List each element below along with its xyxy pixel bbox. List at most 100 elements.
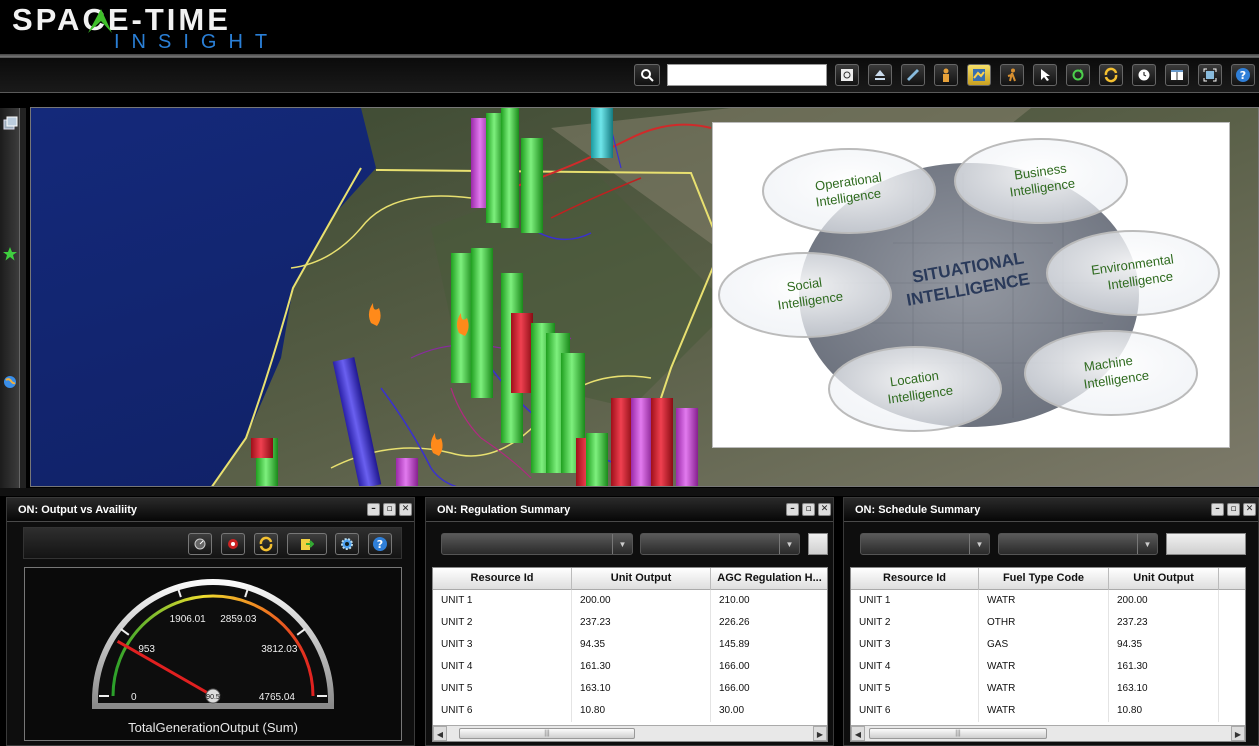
scroll-thumb[interactable]: ||| — [459, 728, 635, 739]
scroll-thumb[interactable]: ||| — [869, 728, 1047, 739]
schedule-filter-2[interactable]: ▼ — [998, 533, 1158, 555]
schedule-filter-1[interactable]: ▼ — [860, 533, 990, 555]
eject-button[interactable] — [868, 64, 892, 86]
table-cell: UNIT 3 — [433, 634, 572, 656]
eject-icon — [875, 70, 885, 80]
bubble-location: Location Intelligence — [828, 346, 1002, 432]
table-cell: 10.80 — [572, 700, 711, 722]
schedule-hscrollbar[interactable]: ◀ ||| ▶ — [851, 725, 1245, 741]
table-cell: 200.00 — [1109, 590, 1219, 612]
table-cell: 163.10 — [572, 678, 711, 700]
column-header[interactable]: Unit Output — [572, 568, 711, 590]
panel-sync-button[interactable] — [254, 533, 278, 555]
table-cell: GAS — [979, 634, 1109, 656]
regulation-hscrollbar[interactable]: ◀ ||| ▶ — [433, 725, 827, 741]
table-row[interactable]: UNIT 1 WATR 200.00 — [851, 590, 1219, 612]
gauge-alert-button[interactable] — [221, 533, 245, 555]
table-cell: UNIT 2 — [851, 612, 979, 634]
clock-button[interactable] — [1132, 64, 1156, 86]
app-window: SPACE-TIME INSIGHT ? SITUATIONAL INTELLI… — [0, 0, 1259, 746]
table-cell: 10.80 — [1109, 700, 1219, 722]
minimize-button[interactable]: – — [786, 503, 799, 516]
alert-gauge-icon — [228, 539, 238, 549]
walk-button[interactable] — [1000, 64, 1024, 86]
column-header[interactable]: AGC Regulation H... — [711, 568, 827, 590]
measure-button[interactable] — [901, 64, 925, 86]
table-row[interactable]: UNIT 1 200.00 210.00 — [433, 590, 827, 612]
gauge-value: 790.56 — [202, 694, 224, 701]
export-icon — [301, 539, 314, 550]
column-header[interactable]: Fuel Type Code — [979, 568, 1109, 590]
regulation-filter-1[interactable]: ▼ — [441, 533, 633, 555]
windows-button[interactable] — [2, 116, 18, 132]
refresh-icon — [1072, 69, 1084, 81]
scroll-left-icon[interactable]: ◀ — [851, 726, 865, 741]
search-input[interactable] — [667, 64, 827, 86]
output-panel: ON: Output vs Availiity – ▫ ✕ ? 0 953 190 — [6, 497, 415, 746]
map-toolbar: ? — [0, 57, 1259, 93]
scroll-left-icon[interactable]: ◀ — [433, 726, 447, 741]
table-row[interactable]: UNIT 5 WATR 163.10 — [851, 678, 1219, 700]
scroll-right-icon[interactable]: ▶ — [1231, 726, 1245, 741]
table-row[interactable]: UNIT 4 WATR 161.30 — [851, 656, 1219, 678]
table-row[interactable]: UNIT 5 163.10 166.00 — [433, 678, 827, 700]
table-cell: UNIT 5 — [433, 678, 572, 700]
close-button[interactable]: ✕ — [1243, 503, 1256, 516]
table-cell: UNIT 1 — [851, 590, 979, 612]
restore-button[interactable]: ▫ — [1227, 503, 1240, 516]
favorites-button[interactable] — [2, 246, 18, 262]
zoom-search-button[interactable] — [835, 64, 859, 86]
refresh-button[interactable] — [1066, 64, 1090, 86]
table-row[interactable]: UNIT 6 WATR 10.80 — [851, 700, 1219, 722]
minimize-button[interactable]: – — [367, 503, 380, 516]
schedule-filter-box[interactable] — [1166, 533, 1246, 555]
table-cell: UNIT 2 — [433, 612, 572, 634]
table-row[interactable]: UNIT 3 94.35 145.89 — [433, 634, 827, 656]
column-header[interactable]: Resource Id — [433, 568, 572, 590]
table-row[interactable]: UNIT 3 GAS 94.35 — [851, 634, 1219, 656]
search-button[interactable] — [634, 64, 660, 86]
split-view-button[interactable] — [1165, 64, 1189, 86]
table-row[interactable]: UNIT 6 10.80 30.00 — [433, 700, 827, 722]
bubble-environmental: Environmental Intelligence — [1046, 230, 1220, 316]
minimize-button[interactable]: – — [1211, 503, 1224, 516]
close-button[interactable]: ✕ — [399, 503, 412, 516]
panel-help-button[interactable]: ? — [368, 533, 392, 555]
export-button[interactable] — [287, 533, 327, 555]
table-cell: 30.00 — [711, 700, 827, 722]
column-header[interactable]: Unit Output — [1109, 568, 1219, 590]
restore-button[interactable]: ▫ — [383, 503, 396, 516]
panel-splitter[interactable] — [0, 488, 1259, 496]
table-cell: UNIT 4 — [433, 656, 572, 678]
table-row[interactable]: UNIT 2 237.23 226.26 — [433, 612, 827, 634]
table-cell: 200.00 — [572, 590, 711, 612]
table-row[interactable]: UNIT 2 OTHR 237.23 — [851, 612, 1219, 634]
sync-icon — [259, 536, 273, 552]
select-button[interactable] — [1033, 64, 1057, 86]
close-button[interactable]: ✕ — [818, 503, 831, 516]
help-icon: ? — [1236, 68, 1250, 82]
globe-icon — [4, 376, 16, 388]
scroll-right-icon[interactable]: ▶ — [813, 726, 827, 741]
rail-splitter[interactable] — [20, 108, 26, 488]
sync-button[interactable] — [1099, 64, 1123, 86]
fullscreen-button[interactable] — [1198, 64, 1222, 86]
panel-settings-button[interactable] — [335, 533, 359, 555]
table-cell: UNIT 4 — [851, 656, 979, 678]
table-cell: WATR — [979, 700, 1109, 722]
help-button[interactable]: ? — [1231, 64, 1255, 86]
gauge-settings-button[interactable] — [188, 533, 212, 555]
person-button[interactable] — [934, 64, 958, 86]
output-panel-title: ON: Output vs Availiity — [18, 504, 137, 516]
gauge-tick-label: 3812.03 — [261, 644, 298, 655]
restore-button[interactable]: ▫ — [802, 503, 815, 516]
ruler-icon — [907, 69, 919, 81]
map-view[interactable]: SITUATIONAL INTELLIGENCE Operational Int… — [30, 107, 1259, 487]
column-header[interactable]: Resource Id — [851, 568, 979, 590]
regulation-filter-box[interactable] — [808, 533, 828, 555]
globe-button[interactable] — [2, 374, 18, 390]
regulation-filter-2[interactable]: ▼ — [640, 533, 800, 555]
schedule-panel-title: ON: Schedule Summary — [855, 504, 981, 516]
layers-button[interactable] — [967, 64, 991, 86]
table-row[interactable]: UNIT 4 161.30 166.00 — [433, 656, 827, 678]
